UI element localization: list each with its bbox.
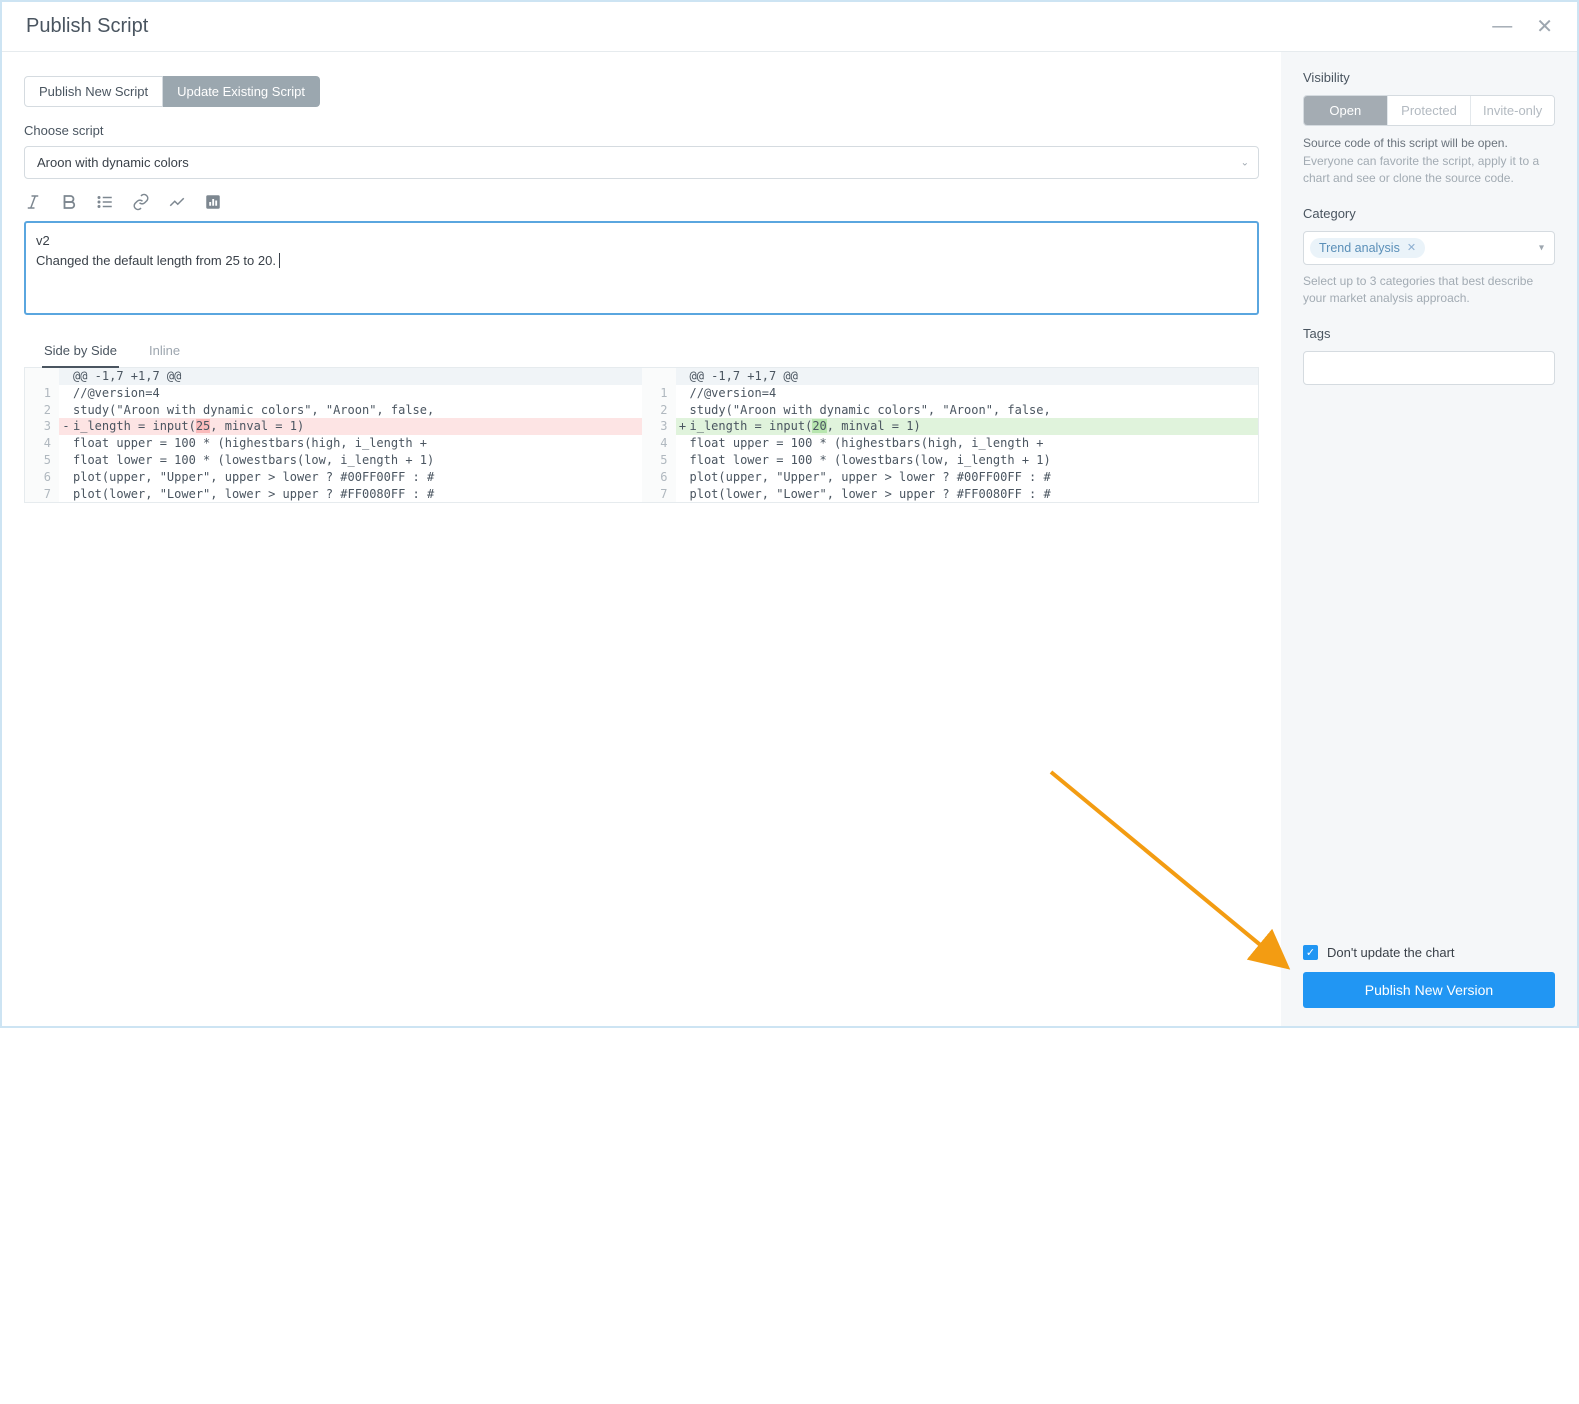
italic-icon[interactable] (24, 193, 42, 211)
diff-row: 1//@version=4 (642, 385, 1259, 402)
dont-update-chart-row[interactable]: ✓ Don't update the chart (1303, 945, 1555, 960)
category-label: Category (1303, 206, 1555, 221)
diff-right: @@ -1,7 +1,7 @@1//@version=42study("Aroo… (642, 368, 1259, 502)
checkbox-checked-icon[interactable]: ✓ (1303, 945, 1318, 960)
choose-script-select[interactable]: Aroon with dynamic colors ⌄ (24, 146, 1259, 179)
sidebar-footer: ✓ Don't update the chart Publish New Ver… (1303, 945, 1555, 1008)
modal-header: Publish Script — ✕ (2, 2, 1577, 52)
main-column: Publish New Script Update Existing Scrip… (2, 52, 1281, 1026)
modal-title: Publish Script (26, 15, 148, 38)
category-select[interactable]: Trend analysis ✕ ▾ (1303, 231, 1555, 265)
visibility-segmented: Open Protected Invite-only (1303, 95, 1555, 126)
diff-row: 5float lower = 100 * (lowestbars(low, i_… (25, 452, 642, 469)
diff-row: 3-i_length = input(25, minval = 1) (25, 418, 642, 435)
chevron-down-icon: ▾ (1539, 242, 1544, 253)
diff-row: 6plot(upper, "Upper", upper > lower ? #0… (642, 469, 1259, 486)
close-icon[interactable]: ✕ (1536, 14, 1553, 39)
diff-row: 5float lower = 100 * (lowestbars(low, i_… (642, 452, 1259, 469)
category-helper: Select up to 3 categories that best desc… (1303, 273, 1555, 308)
diff-row: 2study("Aroon with dynamic colors", "Aro… (642, 402, 1259, 419)
chart-line-icon[interactable] (168, 193, 186, 211)
remove-icon[interactable]: ✕ (1407, 241, 1416, 254)
diff-row: 1//@version=4 (25, 385, 642, 402)
publish-new-version-button[interactable]: Publish New Version (1303, 972, 1555, 1008)
bold-icon[interactable] (60, 193, 78, 211)
diff-row: 4float upper = 100 * (highestbars(high, … (642, 435, 1259, 452)
tab-inline[interactable]: Inline (147, 335, 182, 367)
category-chip: Trend analysis ✕ (1310, 238, 1425, 258)
dont-update-chart-label: Don't update the chart (1327, 945, 1455, 960)
publish-script-modal: Publish Script — ✕ Publish New Script Up… (2, 2, 1577, 1026)
chart-bar-icon[interactable] (204, 193, 222, 211)
description-line1: v2 (36, 231, 1247, 251)
list-icon[interactable] (96, 193, 114, 211)
diff-left: @@ -1,7 +1,7 @@1//@version=42study("Aroo… (25, 368, 642, 502)
diff-row: 6plot(upper, "Upper", upper > lower ? #0… (25, 469, 642, 486)
minimize-icon[interactable]: — (1492, 15, 1512, 38)
diff-view-tabs: Side by Side Inline (24, 335, 1259, 368)
tags-input[interactable] (1303, 351, 1555, 385)
diff-row: 2study("Aroon with dynamic colors", "Aro… (25, 402, 642, 419)
publish-mode-tabs: Publish New Script Update Existing Scrip… (24, 76, 1259, 107)
window-controls: — ✕ (1492, 14, 1553, 39)
choose-script-label: Choose script (24, 123, 1259, 138)
visibility-desc-sub: Everyone can favorite the script, apply … (1303, 153, 1555, 188)
category-chip-label: Trend analysis (1319, 241, 1400, 255)
diff-view: @@ -1,7 +1,7 @@1//@version=42study("Aroo… (24, 368, 1259, 503)
description-editor[interactable]: v2 Changed the default length from 25 to… (24, 221, 1259, 315)
choose-script-value: Aroon with dynamic colors (24, 146, 1259, 179)
visibility-label: Visibility (1303, 70, 1555, 85)
sidebar: Visibility Open Protected Invite-only So… (1281, 52, 1577, 1026)
diff-row: 3+i_length = input(20, minval = 1) (642, 418, 1259, 435)
visibility-protected[interactable]: Protected (1387, 96, 1471, 125)
description-line2: Changed the default length from 25 to 20… (36, 253, 276, 268)
diff-row: 7plot(lower, "Lower", lower > upper ? #F… (25, 486, 642, 503)
tags-label: Tags (1303, 326, 1555, 341)
tab-update-existing[interactable]: Update Existing Script (163, 76, 320, 107)
format-toolbar (24, 193, 1259, 211)
diff-row: 7plot(lower, "Lower", lower > upper ? #F… (642, 486, 1259, 503)
tab-publish-new[interactable]: Publish New Script (24, 76, 163, 107)
annotation-arrow (1041, 762, 1301, 992)
diff-row: 4float upper = 100 * (highestbars(high, … (25, 435, 642, 452)
visibility-desc-main: Source code of this script will be open. (1303, 136, 1555, 150)
link-icon[interactable] (132, 193, 150, 211)
visibility-open[interactable]: Open (1304, 96, 1387, 125)
modal-body: Publish New Script Update Existing Scrip… (2, 52, 1577, 1026)
visibility-invite-only[interactable]: Invite-only (1470, 96, 1554, 125)
tab-side-by-side[interactable]: Side by Side (42, 335, 119, 368)
